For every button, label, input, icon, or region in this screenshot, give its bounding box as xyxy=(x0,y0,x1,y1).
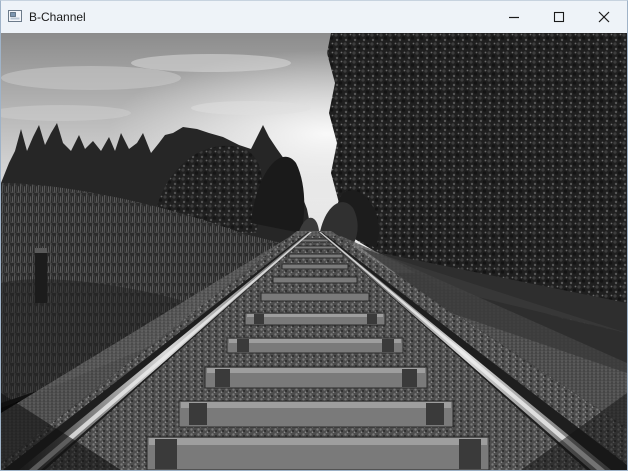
grayscale-railway-photo xyxy=(1,33,627,470)
app-icon xyxy=(8,9,22,23)
image-window: B-Channel xyxy=(0,0,628,471)
window-title: B-Channel xyxy=(29,10,86,24)
close-button[interactable] xyxy=(581,1,627,32)
maximize-button[interactable] xyxy=(536,1,582,32)
image-canvas[interactable] xyxy=(1,33,627,470)
close-icon xyxy=(598,11,610,22)
minimize-icon xyxy=(509,16,519,18)
minimize-button[interactable] xyxy=(491,1,537,32)
title-bar[interactable]: B-Channel xyxy=(1,1,627,32)
maximize-icon xyxy=(553,11,565,22)
